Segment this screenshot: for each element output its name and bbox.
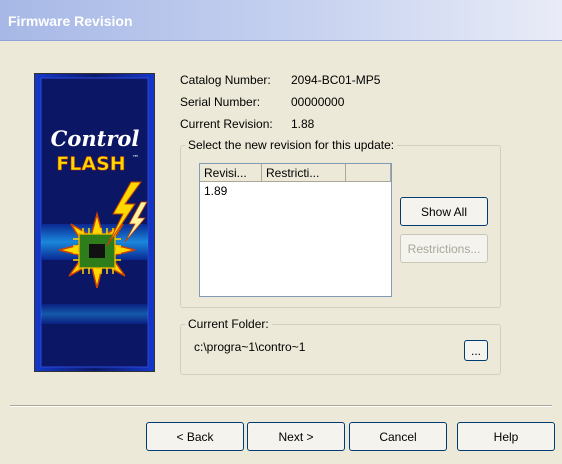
revision-list[interactable]: Revisi... Restricti... 1.89 — [199, 163, 392, 297]
revision-row[interactable]: 1.89 — [204, 184, 227, 198]
revision-group-legend: Select the new revision for this update: — [188, 138, 395, 152]
back-button[interactable]: < Back — [146, 422, 244, 451]
next-button[interactable]: Next > — [247, 422, 345, 451]
banner-trademark: ™ — [132, 154, 139, 162]
banner-control-text: Control — [51, 126, 140, 151]
serial-number-label: Serial Number: — [180, 95, 261, 109]
serial-number-value: 00000000 — [291, 95, 345, 109]
footer-separator — [10, 405, 552, 407]
catalog-number-label: Catalog Number: — [180, 73, 271, 87]
revision-row-value[interactable]: 1.89 — [204, 184, 227, 198]
title-bar: Firmware Revision — [0, 0, 562, 41]
folder-group-legend: Current Folder: — [188, 317, 269, 331]
cancel-button[interactable]: Cancel — [349, 422, 447, 451]
current-folder-path: c:\progra~1\contro~1 — [194, 340, 306, 354]
column-header-revision[interactable]: Revisi... — [200, 164, 262, 182]
current-revision-label: Current Revision: — [180, 117, 273, 131]
browse-folder-button[interactable]: ... — [464, 340, 488, 361]
restrictions-button[interactable]: Restrictions... — [400, 234, 488, 263]
column-header-blank[interactable] — [346, 164, 391, 182]
show-all-button[interactable]: Show All — [400, 197, 488, 226]
catalog-number-value: 2094-BC01-MP5 — [291, 73, 381, 87]
controlflash-banner: Control FLASH ™ — [34, 73, 155, 372]
help-button[interactable]: Help — [457, 422, 555, 451]
column-header-restriction[interactable]: Restricti... — [262, 164, 346, 182]
current-revision-value: 1.88 — [291, 117, 315, 131]
banner-flash-text: FLASH — [56, 153, 125, 175]
controlflash-logo-art: Control FLASH ™ — [35, 74, 154, 371]
title-bar-edge — [0, 40, 562, 41]
window-title: Firmware Revision — [8, 13, 133, 29]
